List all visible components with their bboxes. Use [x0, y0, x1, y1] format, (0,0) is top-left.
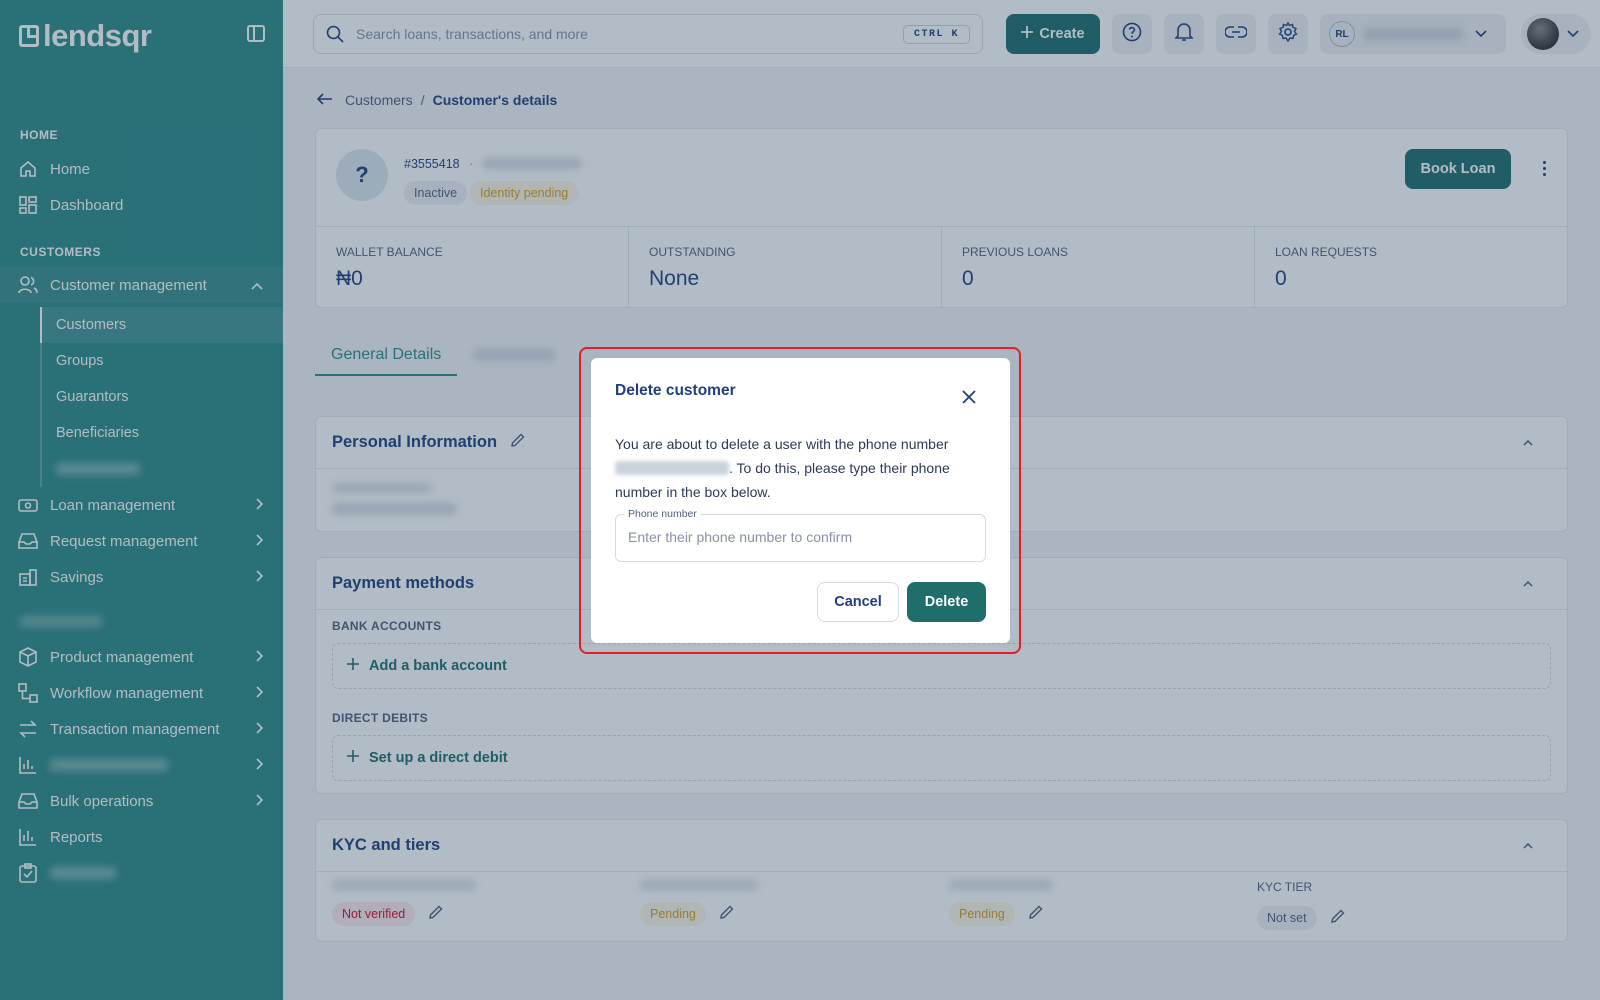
phone-number-field: Phone number — [615, 508, 986, 562]
close-icon[interactable] — [962, 390, 976, 404]
modal-message: You are about to delete a user with the … — [615, 432, 985, 504]
delete-button[interactable]: Delete — [907, 582, 986, 622]
modal-message-before: You are about to delete a user with the … — [615, 436, 949, 452]
delete-customer-modal: Delete customer You are about to delete … — [591, 358, 1010, 643]
phone-number-label: Phone number — [624, 508, 701, 520]
redacted-phone-number — [615, 461, 729, 475]
modal-title: Delete customer — [615, 382, 736, 399]
cancel-button[interactable]: Cancel — [817, 582, 899, 622]
phone-number-input[interactable] — [628, 529, 968, 545]
